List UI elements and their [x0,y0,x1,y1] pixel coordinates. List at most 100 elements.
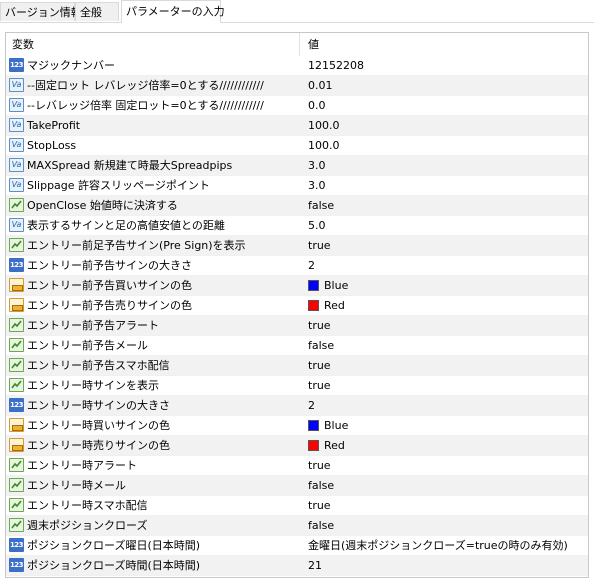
value-cell[interactable]: Blue [300,416,588,435]
value-text: false [308,479,335,492]
column-header-value[interactable]: 値 [300,33,588,56]
value-cell[interactable]: 100.0 [300,116,588,135]
table-row[interactable]: Va TakeProfit 100.0 [6,116,588,136]
value-cell[interactable]: 12152208 [300,56,588,75]
variable-name: エントリー前予告スマホ配信 [27,359,170,372]
color-swatch [308,280,319,291]
value-cell[interactable]: Red [300,296,588,315]
value-cell[interactable]: false [300,196,588,215]
variable-name: Slippage 許容スリッページポイント [27,179,210,192]
tab-version-info[interactable]: バージョン情報 [0,2,82,21]
table-row[interactable]: エントリー時サインを表示 true [6,376,588,396]
variable-name: エントリー時買いサインの色 [27,419,170,432]
boolean-icon [9,338,24,352]
table-row[interactable]: エントリー時買いサインの色 Blue [6,416,588,436]
table-row[interactable]: エントリー前予告買いサインの色 Blue [6,276,588,296]
table-row[interactable]: 123 マジックナンバー 12152208 [6,56,588,76]
tab-general[interactable]: 全般 [75,2,119,21]
value-cell[interactable]: 5.0 [300,216,588,235]
value-cell[interactable]: 2 [300,396,588,415]
table-row[interactable]: 123 ポジションクローズ時間(日本時間) 21 [6,556,588,576]
value-cell[interactable]: 0.0 [300,96,588,115]
table-row[interactable]: 123 エントリー時サインの大きさ 2 [6,396,588,416]
variable-name: エントリー時売りサインの色 [27,439,170,452]
variable-name: エントリー前予告アラート [27,319,159,332]
value-text: true [308,239,331,252]
value-cell[interactable]: false [300,516,588,535]
variable-cell: 123 ポジションクローズ曜日(日本時間) [6,536,300,555]
boolean-icon [9,198,24,212]
value-cell[interactable]: 0.01 [300,76,588,95]
table-row[interactable]: エントリー前予告スマホ配信 true [6,356,588,376]
variable-cell: 123 ポジションクローズ時間(日本時間) [6,556,300,575]
table-row[interactable]: エントリー前予告アラート true [6,316,588,336]
color-swatch [308,300,319,311]
table-row[interactable]: Va 表示するサインと足の高値安値との距離 5.0 [6,216,588,236]
variable-cell: エントリー前予告メール [6,336,300,355]
value-cell[interactable]: true [300,376,588,395]
tab-parameters[interactable]: パラメーターの入力 [121,0,225,23]
table-row[interactable]: 週末ポジションクローズ false [6,516,588,536]
value-cell[interactable]: 21 [300,556,588,575]
variable-name: --固定ロット レバレッジ倍率=0とする//////////// [27,79,264,92]
variable-name: 表示するサインと足の高値安値との距離 [27,219,225,232]
value-text: false [308,339,335,352]
boolean-icon [9,498,24,512]
variable-cell: 123 エントリー時サインの大きさ [6,396,300,415]
value-cell[interactable]: 100.0 [300,136,588,155]
variable-name: ポジションクローズ曜日(日本時間) [27,539,201,552]
value-text: 12152208 [308,59,364,72]
table-body: 123 マジックナンバー 12152208 Va --固定ロット レバレッジ倍率=0とす… [6,56,588,576]
value-cell[interactable]: false [300,476,588,495]
table-header: 変数 値 [6,33,588,57]
table-row[interactable]: OpenClose 始値時に決済する false [6,196,588,216]
table-row[interactable]: Va --固定ロット レバレッジ倍率=0とする//////////// 0.01 [6,76,588,96]
table-row[interactable]: Va MAXSpread 新規建て時最大Spreadpips 3.0 [6,156,588,176]
double-icon: Va [9,98,24,112]
value-cell[interactable]: false [300,336,588,355]
value-cell[interactable]: true [300,316,588,335]
variable-name: エントリー時サインを表示 [27,379,159,392]
variable-cell: Va MAXSpread 新規建て時最大Spreadpips [6,156,300,175]
value-cell[interactable]: 3.0 [300,156,588,175]
variable-name: エントリー前足予告サイン(Pre Sign)を表示 [27,239,246,252]
color-swatch [308,440,319,451]
boolean-icon [9,458,24,472]
value-cell[interactable]: true [300,356,588,375]
table-row[interactable]: Va StopLoss 100.0 [6,136,588,156]
table-row[interactable]: エントリー前足予告サイン(Pre Sign)を表示 true [6,236,588,256]
integer-icon: 123 [9,398,24,412]
variable-cell: エントリー前予告売りサインの色 [6,296,300,315]
variable-name: エントリー前予告サインの大きさ [27,259,192,272]
table-row[interactable]: エントリー前予告売りサインの色 Red [6,296,588,316]
table-row[interactable]: Va --レバレッジ倍率 固定ロット=0とする//////////// 0.0 [6,96,588,116]
boolean-icon [9,478,24,492]
table-row[interactable]: エントリー時スマホ配信 true [6,496,588,516]
value-cell[interactable]: Red [300,436,588,455]
value-cell[interactable]: 2 [300,256,588,275]
value-cell[interactable]: Blue [300,276,588,295]
value-text: true [308,379,331,392]
table-row[interactable]: Va Slippage 許容スリッページポイント 3.0 [6,176,588,196]
value-cell[interactable]: true [300,236,588,255]
value-text: 3.0 [308,179,326,192]
value-text: 0.01 [308,79,333,92]
variable-cell: 123 エントリー前予告サインの大きさ [6,256,300,275]
value-cell[interactable]: true [300,456,588,475]
value-text: true [308,459,331,472]
column-header-variable[interactable]: 変数 [6,33,300,56]
table-row[interactable]: エントリー時売りサインの色 Red [6,436,588,456]
table-row[interactable]: エントリー前予告メール false [6,336,588,356]
color-icon [9,418,24,432]
table-row[interactable]: 123 ポジションクローズ曜日(日本時間) 金曜日(週末ポジションクローズ=true… [6,536,588,556]
value-cell[interactable]: 3.0 [300,176,588,195]
boolean-icon [9,318,24,332]
value-cell[interactable]: 金曜日(週末ポジションクローズ=trueの時のみ有効) [300,536,588,555]
variable-name: エントリー時サインの大きさ [27,399,170,412]
table-row[interactable]: エントリー時アラート true [6,456,588,476]
variable-cell: 週末ポジションクローズ [6,516,300,535]
table-row[interactable]: 123 エントリー前予告サインの大きさ 2 [6,256,588,276]
integer-icon: 123 [9,558,24,572]
value-cell[interactable]: true [300,496,588,515]
table-row[interactable]: エントリー時メール false [6,476,588,496]
